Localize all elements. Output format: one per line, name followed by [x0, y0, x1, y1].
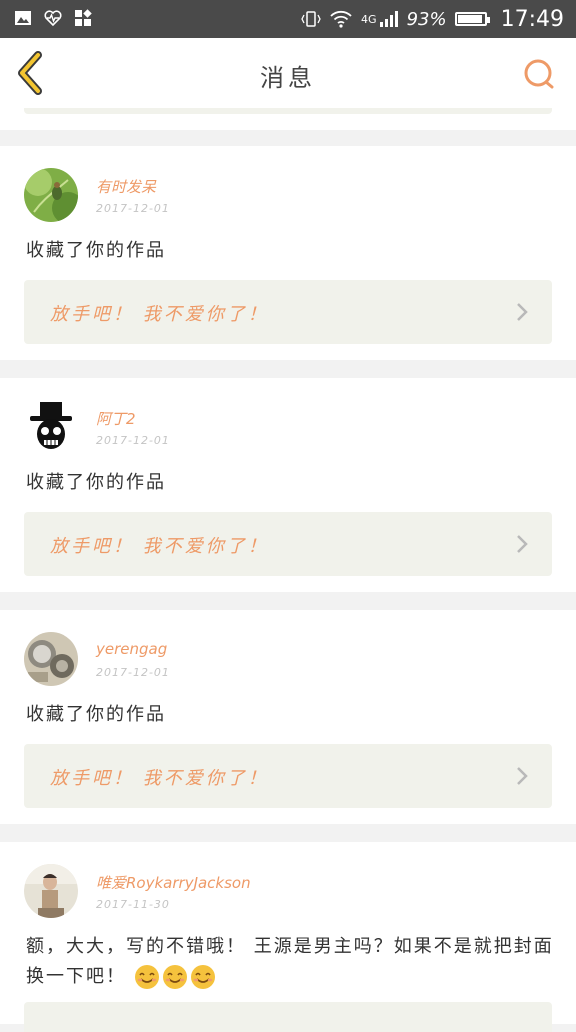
status-bar: 4G 93% 17:49 — [0, 0, 576, 38]
message-date: 2017-12-01 — [96, 434, 170, 447]
nav-bar: 消息 — [0, 38, 576, 109]
chevron-right-icon — [517, 767, 528, 785]
avatar[interactable] — [24, 400, 78, 454]
work-preview[interactable]: 放手吧！ 我不爱你了！ — [24, 744, 552, 808]
message-card-previous — [0, 108, 576, 130]
message-text: 收藏了你的作品 — [26, 704, 166, 725]
search-button[interactable] — [522, 56, 558, 92]
username[interactable]: 唯爱RoykarryJackson — [96, 872, 251, 893]
work-preview[interactable]: 放手吧！ 我不爱你了！ — [24, 280, 552, 344]
chevron-right-icon — [517, 303, 528, 321]
message-card: 有时发呆 2017-12-01 收藏了你的作品 放手吧！ 我不爱你了！ — [0, 146, 576, 360]
work-title: 放手吧！ 我不爱你了！ — [50, 536, 269, 557]
message-text: 收藏了你的作品 — [26, 240, 166, 261]
battery-percent: 93% — [406, 8, 447, 30]
heart-rate-icon — [44, 10, 62, 27]
message-date: 2017-12-01 — [96, 202, 170, 215]
network-type: 4G — [361, 12, 377, 26]
smiling-face-emoji-icon — [162, 965, 187, 989]
wifi-icon — [330, 10, 352, 28]
username[interactable]: yerengag — [96, 640, 167, 658]
work-preview[interactable] — [24, 1002, 552, 1032]
username[interactable]: 阿丁2 — [96, 408, 136, 429]
message-card: 唯爱RoykarryJackson 2017-11-30 额，大大，写的不错哦！… — [0, 842, 576, 1032]
smiling-face-emoji-icon — [190, 965, 215, 989]
battery-level — [457, 15, 482, 23]
apps-icon — [75, 9, 92, 26]
message-date: 2017-12-01 — [96, 666, 170, 679]
smiling-face-emoji-icon — [134, 965, 159, 989]
image-icon — [15, 11, 31, 25]
clock: 17:49 — [500, 6, 564, 32]
message-card: yerengag 2017-12-01 收藏了你的作品 放手吧！ 我不爱你了！ — [0, 610, 576, 824]
avatar[interactable] — [24, 864, 78, 918]
chevron-right-icon — [517, 535, 528, 553]
message-date: 2017-11-30 — [96, 898, 170, 911]
avatar[interactable] — [24, 632, 78, 686]
avatar[interactable] — [24, 168, 78, 222]
battery-icon — [454, 12, 490, 26]
search-icon — [524, 59, 554, 89]
work-title: 放手吧！ 我不爱你了！ — [50, 304, 269, 325]
comment-text: 额，大大，写的不错哦！ 王源是男主吗？如果不是就把封面换一下吧！ — [26, 936, 554, 987]
username[interactable]: 有时发呆 — [96, 176, 156, 197]
signal-icon — [379, 11, 398, 27]
message-card: 阿丁2 2017-12-01 收藏了你的作品 放手吧！ 我不爱你了！ — [0, 378, 576, 592]
work-title: 放手吧！ 我不爱你了！ — [50, 768, 269, 789]
work-preview-previous[interactable] — [24, 108, 552, 114]
emoji-group — [134, 964, 216, 990]
vibrate-icon — [301, 11, 321, 27]
message-text: 额，大大，写的不错哦！ 王源是男主吗？如果不是就把封面换一下吧！ — [26, 932, 554, 992]
work-preview[interactable]: 放手吧！ 我不爱你了！ — [24, 512, 552, 576]
message-text: 收藏了你的作品 — [26, 472, 166, 493]
page-title: 消息 — [260, 64, 316, 92]
